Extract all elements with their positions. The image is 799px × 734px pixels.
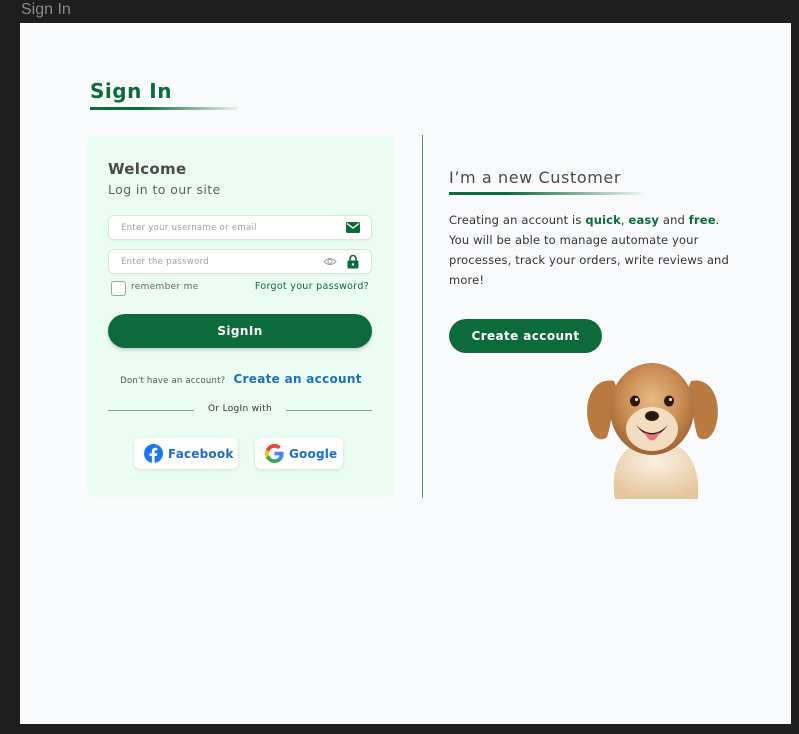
- password-field: [108, 249, 372, 274]
- username-input[interactable]: [121, 219, 321, 236]
- divider-line-right: [286, 410, 372, 411]
- frame-label: Sign In: [21, 1, 71, 18]
- remember-row: remember me Forgot your password?: [111, 281, 369, 297]
- sign-in-page: Sign In Welcome Log in to our site Enter…: [20, 23, 791, 724]
- create-account-button[interactable]: Create account: [449, 319, 602, 353]
- envelope-icon: [346, 222, 360, 233]
- highlight-quick: quick: [585, 213, 621, 227]
- forgot-password-link[interactable]: Forgot your password?: [255, 281, 369, 292]
- facebook-label: Facebook: [168, 447, 234, 461]
- remember-me-checkbox[interactable]: [111, 281, 126, 296]
- no-account-prompt: Don't have an account?: [120, 376, 226, 386]
- description-prefix: Creating an account is: [449, 213, 586, 227]
- title-underline: [90, 107, 238, 110]
- username-field: [108, 215, 372, 240]
- create-account-link[interactable]: Create an account: [233, 372, 361, 386]
- google-logo-icon: [265, 444, 284, 463]
- login-card: Welcome Log in to our site remember: [87, 136, 395, 497]
- section-divider: [422, 135, 423, 498]
- remember-me-label: remember me: [131, 282, 199, 292]
- google-label: Google: [289, 447, 338, 461]
- password-input[interactable]: [121, 253, 321, 270]
- new-customer-description: Creating an account is quick, easy and f…: [449, 210, 729, 290]
- description-and: and: [659, 213, 689, 227]
- social-divider: Or LogIn with: [108, 404, 372, 416]
- highlight-easy: easy: [628, 213, 660, 227]
- customer-heading-underline: [449, 192, 644, 195]
- signin-button[interactable]: SignIn: [108, 314, 372, 348]
- eye-icon[interactable]: [323, 256, 337, 267]
- facebook-login-button[interactable]: Facebook: [134, 438, 238, 469]
- divider-label: Or LogIn with: [208, 404, 272, 414]
- description-comma: ,: [620, 213, 629, 227]
- create-account-row: Don't have an account? Create an account: [87, 368, 395, 387]
- welcome-heading: Welcome: [108, 160, 187, 178]
- puppy-image: [587, 363, 718, 499]
- highlight-free: free: [688, 213, 716, 227]
- lock-icon: [347, 254, 359, 269]
- page-title: Sign In: [90, 79, 172, 103]
- welcome-subtitle: Log in to our site: [108, 182, 221, 197]
- facebook-logo-icon: [144, 444, 163, 463]
- new-customer-heading: I’m a new Customer: [449, 168, 622, 187]
- google-login-button[interactable]: Google: [255, 438, 343, 469]
